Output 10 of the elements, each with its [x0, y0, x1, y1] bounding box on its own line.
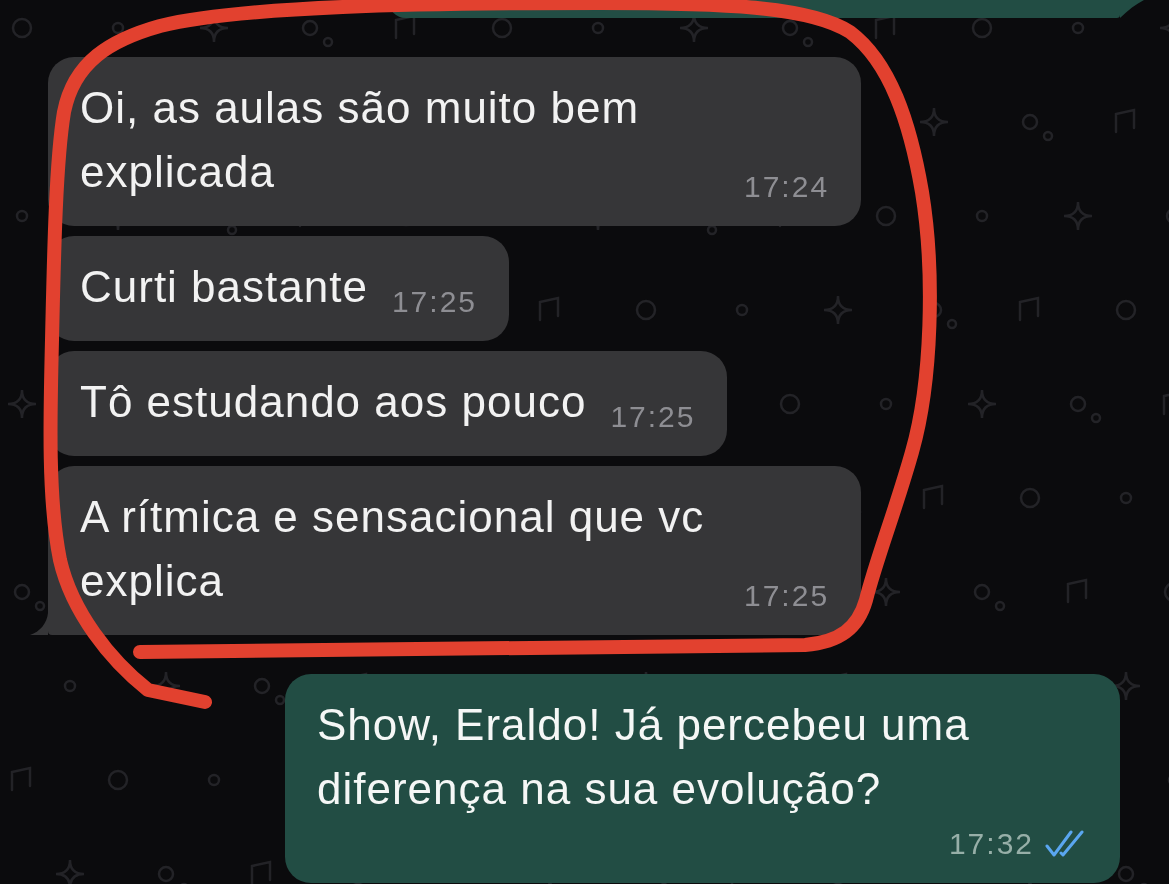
message-text: A rítmica e sensacional que vc explica	[80, 491, 706, 607]
message-text: Show, Eraldo! Já percebeu uma diferença na sua evolução?	[317, 699, 971, 815]
message-text: Oi, as aulas são muito bem explicada	[80, 82, 641, 198]
message-time: 17:25	[391, 287, 477, 317]
message-time: 17:25	[610, 402, 696, 432]
message-time: 17:25	[744, 581, 830, 611]
message-time: 17:32	[948, 829, 1034, 859]
message-text: Tô estudando aos pouco	[80, 376, 587, 428]
message-text: Curti bastante	[80, 261, 368, 313]
message-time: 17:24	[744, 172, 830, 202]
